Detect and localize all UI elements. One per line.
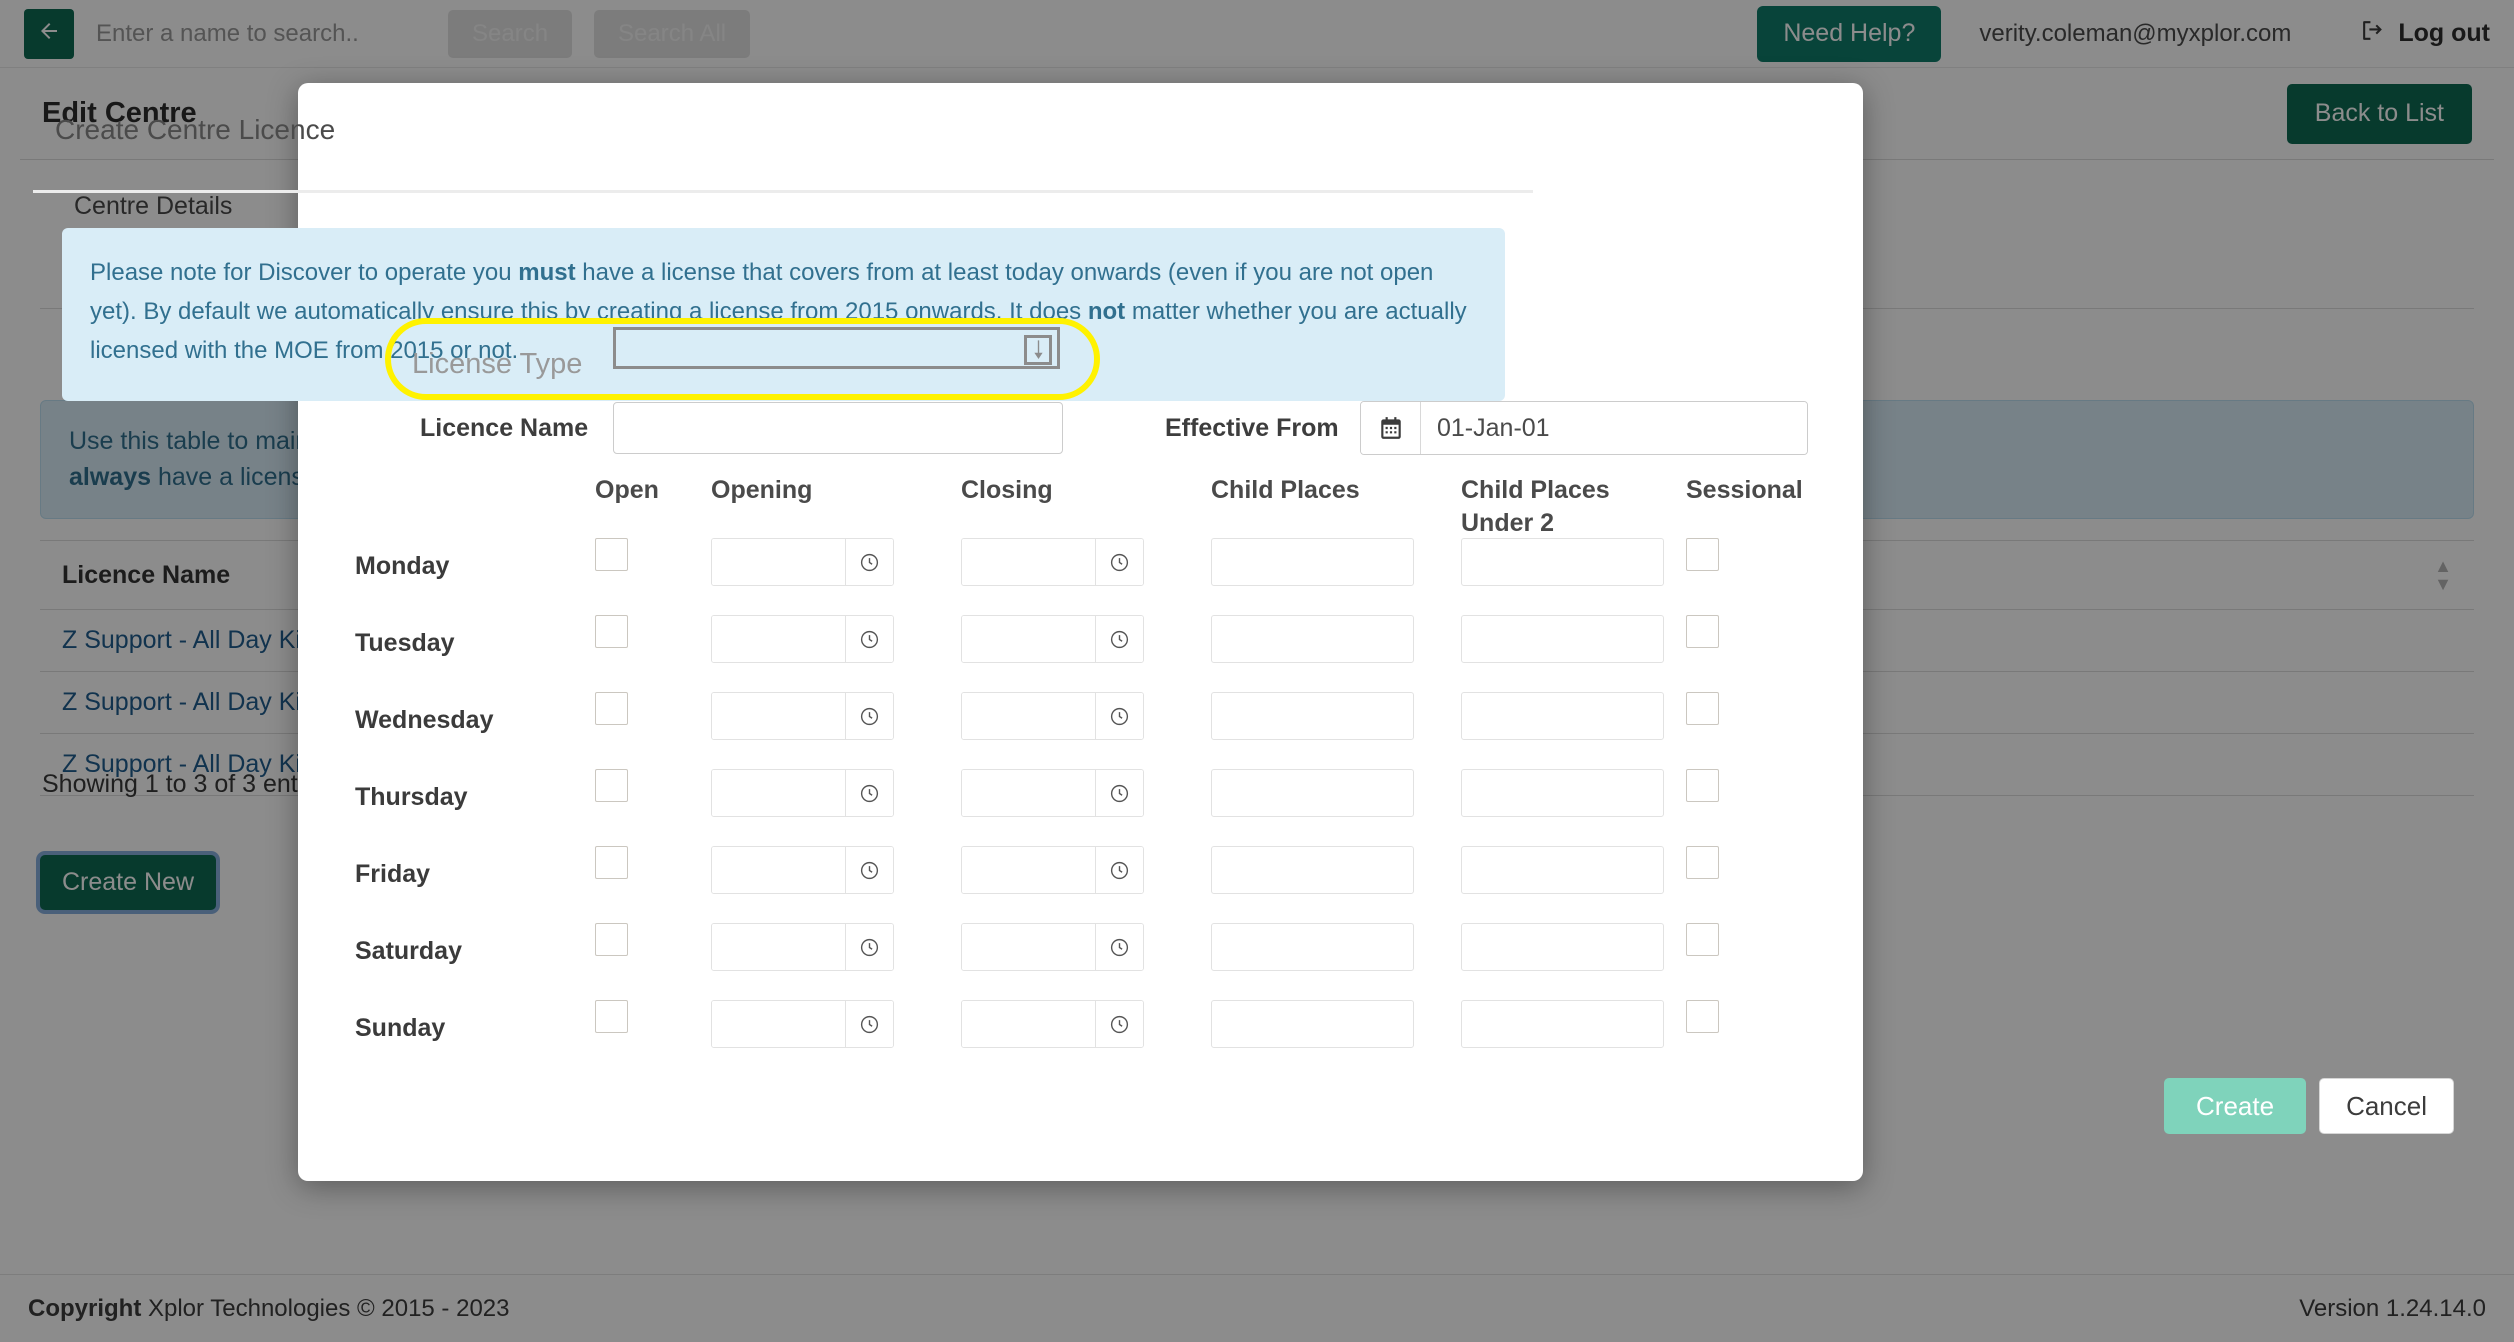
open-checkbox[interactable] — [595, 846, 628, 879]
sessional-checkbox[interactable] — [1686, 846, 1719, 879]
day-label: Wednesday — [355, 706, 494, 734]
child-places-under-2-input[interactable] — [1461, 1000, 1664, 1048]
opening-time-input[interactable] — [712, 924, 845, 970]
child-places-under-2-input[interactable] — [1461, 846, 1664, 894]
clock-icon[interactable] — [1095, 539, 1143, 585]
child-places-input[interactable] — [1211, 846, 1414, 894]
clock-icon[interactable] — [1095, 1001, 1143, 1047]
opening-time-input[interactable] — [712, 847, 845, 893]
day-label: Monday — [355, 552, 450, 580]
clock-icon[interactable] — [1095, 616, 1143, 662]
column-header-closing: Closing — [961, 476, 1053, 504]
modal-header-divider — [33, 190, 1533, 193]
child-places-under-2-input[interactable] — [1461, 615, 1664, 663]
schedule-row-wednesday: Wednesday — [355, 692, 1845, 769]
clock-icon[interactable] — [845, 616, 893, 662]
modal-action-buttons: Create Cancel — [2164, 1078, 2454, 1134]
open-checkbox[interactable] — [595, 615, 628, 648]
clock-icon[interactable] — [845, 693, 893, 739]
child-places-input[interactable] — [1211, 923, 1414, 971]
calendar-icon[interactable] — [1361, 402, 1421, 454]
opening-time-input[interactable] — [712, 539, 845, 585]
schedule-row-sunday: Sunday — [355, 1000, 1845, 1077]
clock-icon[interactable] — [845, 539, 893, 585]
sessional-checkbox[interactable] — [1686, 692, 1719, 725]
opening-time-input[interactable] — [712, 770, 845, 816]
open-checkbox[interactable] — [595, 1000, 628, 1033]
license-type-label: License Type — [412, 348, 583, 380]
child-places-input[interactable] — [1211, 615, 1414, 663]
modal-info-alert: Please note for Discover to operate you … — [62, 228, 1505, 401]
child-places-under-2-input[interactable] — [1461, 769, 1664, 817]
open-checkbox[interactable] — [595, 692, 628, 725]
child-places-input[interactable] — [1211, 1000, 1414, 1048]
modal-title: Create Centre Licence — [55, 114, 336, 145]
day-label: Friday — [355, 860, 431, 888]
chevron-down-icon — [1024, 335, 1052, 365]
schedule-row-monday: Monday — [355, 538, 1845, 615]
modal-alert-part-1: Please note for Discover to operate you — [90, 259, 519, 286]
create-button[interactable]: Create — [2164, 1078, 2307, 1134]
cancel-button[interactable]: Cancel — [2319, 1078, 2454, 1134]
column-header-child-places-under-2: Child Places Under 2 — [1461, 476, 1610, 537]
open-checkbox[interactable] — [595, 538, 628, 571]
column-header-child-places: Child Places — [1211, 476, 1360, 504]
schedule-header-row: Open Opening Closing Child Places Child … — [355, 472, 1845, 538]
clock-icon[interactable] — [1095, 847, 1143, 893]
effective-from-group — [1360, 401, 1808, 455]
clock-icon[interactable] — [845, 924, 893, 970]
opening-hours-schedule: Open Opening Closing Child Places Child … — [355, 472, 1845, 1077]
child-places-under-2-input[interactable] — [1461, 923, 1664, 971]
sessional-checkbox[interactable] — [1686, 923, 1719, 956]
sessional-checkbox[interactable] — [1686, 615, 1719, 648]
day-label: Sunday — [355, 1014, 446, 1042]
clock-icon[interactable] — [1095, 770, 1143, 816]
sessional-checkbox[interactable] — [1686, 769, 1719, 802]
modal-alert-bold-not: not — [1087, 297, 1126, 325]
schedule-row-saturday: Saturday — [355, 923, 1845, 1000]
clock-icon[interactable] — [1095, 924, 1143, 970]
schedule-row-tuesday: Tuesday — [355, 615, 1845, 692]
modal-alert-bold-must: must — [518, 259, 576, 286]
sessional-checkbox[interactable] — [1686, 538, 1719, 571]
clock-icon[interactable] — [845, 847, 893, 893]
closing-time-input[interactable] — [962, 924, 1095, 970]
closing-time-input[interactable] — [962, 539, 1095, 585]
day-label: Tuesday — [355, 629, 455, 657]
child-places-input[interactable] — [1211, 692, 1414, 740]
closing-time-input[interactable] — [962, 693, 1095, 739]
licence-name-input[interactable] — [613, 402, 1063, 454]
day-label: Thursday — [355, 783, 468, 811]
effective-from-label: Effective From — [1165, 414, 1339, 442]
open-checkbox[interactable] — [595, 923, 628, 956]
closing-time-input[interactable] — [962, 1001, 1095, 1047]
schedule-row-friday: Friday — [355, 846, 1845, 923]
clock-icon[interactable] — [845, 1001, 893, 1047]
schedule-row-thursday: Thursday — [355, 769, 1845, 846]
sessional-checkbox[interactable] — [1686, 1000, 1719, 1033]
column-header-open: Open — [595, 476, 659, 504]
effective-from-input[interactable] — [1421, 402, 1807, 454]
child-places-under-2-input[interactable] — [1461, 538, 1664, 586]
opening-time-input[interactable] — [712, 693, 845, 739]
clock-icon[interactable] — [845, 770, 893, 816]
child-places-input[interactable] — [1211, 769, 1414, 817]
column-header-opening: Opening — [711, 476, 813, 504]
child-places-under-2-input[interactable] — [1461, 692, 1664, 740]
column-header-sessional: Sessional — [1686, 476, 1803, 504]
opening-time-input[interactable] — [712, 1001, 845, 1047]
closing-time-input[interactable] — [962, 616, 1095, 662]
clock-icon[interactable] — [1095, 693, 1143, 739]
licence-name-label: Licence Name — [420, 414, 589, 442]
closing-time-input[interactable] — [962, 847, 1095, 893]
day-label: Saturday — [355, 937, 462, 965]
opening-time-input[interactable] — [712, 616, 845, 662]
child-places-input[interactable] — [1211, 538, 1414, 586]
closing-time-input[interactable] — [962, 770, 1095, 816]
open-checkbox[interactable] — [595, 769, 628, 802]
license-type-select[interactable] — [613, 327, 1060, 369]
